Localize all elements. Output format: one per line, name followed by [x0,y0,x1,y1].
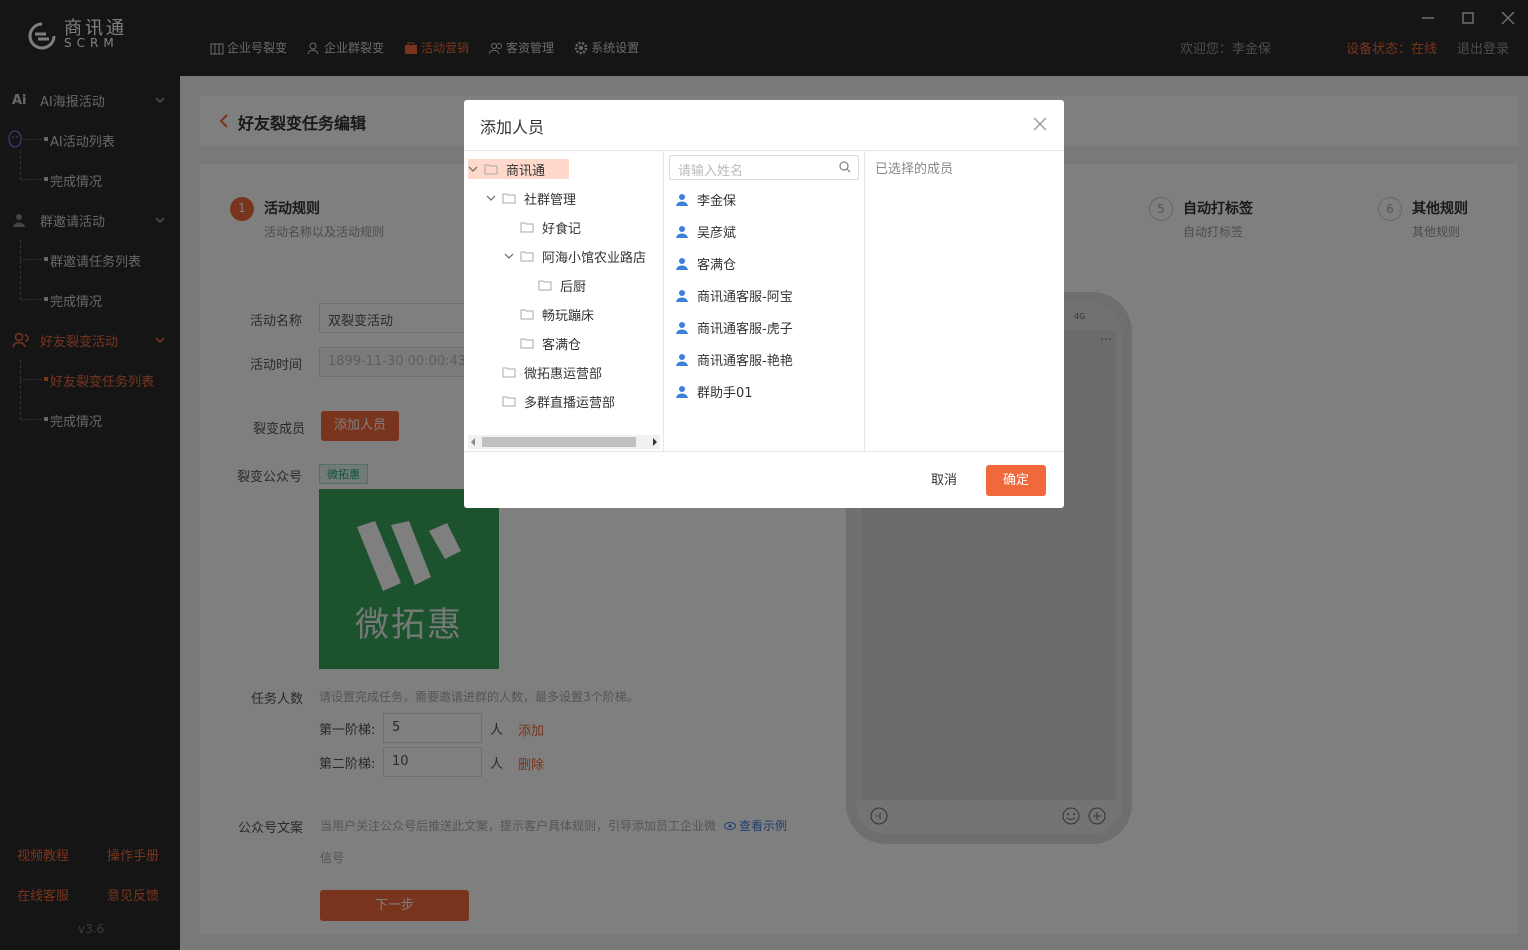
tree-node-label: 阿海小馆农业路店 [542,250,647,266]
tree-node-label: 后厨 [560,279,587,295]
tree-node[interactable]: 客满仓 [520,333,581,353]
scroll-left-icon[interactable] [470,438,476,446]
person-name: 商讯通客服-阿宝 [697,290,793,305]
dialog-title: 添加人员 [480,118,545,137]
folder-icon [502,367,516,378]
tree-node[interactable]: 好食记 [520,217,581,237]
close-icon[interactable] [1032,116,1048,132]
tree-node[interactable]: 社群管理 [486,188,576,208]
divider [464,451,1064,452]
tree-node-root[interactable]: 商讯通 [468,159,570,179]
search-icon[interactable] [839,161,851,173]
caret-down-icon [468,166,478,172]
add-member-dialog: 添加人员 商讯通 社群管理 好食记 阿海小馆农业路店 后厨 畅玩蹦床 客满仓 微… [464,100,1064,508]
person-item[interactable]: 李金保 [676,190,736,209]
user-icon [676,386,688,398]
folder-icon [538,280,552,291]
tree-node-label: 好食记 [542,221,582,237]
person-name: 群助手01 [697,386,753,401]
user-icon [676,226,688,238]
user-icon [676,354,688,366]
tree-horizontal-scrollbar[interactable] [468,435,660,449]
caret-down-icon [486,195,496,201]
divider [663,151,664,451]
person-item[interactable]: 商讯通客服-虎子 [676,318,793,337]
tree-node[interactable]: 后厨 [538,275,586,295]
tree-node-label: 畅玩蹦床 [542,308,595,324]
caret-down-icon [504,253,514,259]
confirm-button[interactable]: 确定 [986,465,1046,496]
tree-node[interactable]: 微拓惠运营部 [502,362,602,382]
person-name: 客满仓 [697,258,737,273]
person-item[interactable]: 商讯通客服-阿宝 [676,286,793,305]
person-item[interactable]: 客满仓 [676,254,736,273]
person-name: 吴彦斌 [697,226,737,241]
divider [864,151,865,451]
user-icon [676,322,688,334]
scroll-right-icon[interactable] [652,438,658,446]
tree-node-label: 客满仓 [542,337,582,353]
user-icon [676,258,688,270]
divider [464,150,1064,151]
selected-members-title: 已选择的成员 [875,162,954,177]
folder-icon [502,396,516,407]
folder-icon [520,222,534,233]
tree-node[interactable]: 畅玩蹦床 [520,304,594,324]
tree-node-label: 商讯通 [506,159,570,179]
folder-icon [484,164,498,175]
tree-node[interactable]: 多群直播运营部 [502,391,615,411]
user-icon [676,194,688,206]
person-item[interactable]: 商讯通客服-艳艳 [676,350,793,369]
tree-node-label: 微拓惠运营部 [524,366,603,382]
person-item[interactable]: 吴彦斌 [676,222,736,241]
folder-icon [520,309,534,320]
person-name: 李金保 [697,194,737,209]
person-name: 商讯通客服-虎子 [697,322,793,337]
tree-node-label: 多群直播运营部 [524,395,616,411]
name-search-input[interactable]: 请输入姓名 [669,155,859,180]
folder-icon [520,338,534,349]
person-name: 商讯通客服-艳艳 [697,354,793,369]
tree-node[interactable]: 阿海小馆农业路店 [504,246,646,266]
person-item[interactable]: 群助手01 [676,382,753,401]
cancel-button[interactable]: 取消 [916,465,972,496]
scrollbar-thumb[interactable] [482,437,636,447]
user-icon [676,290,688,302]
folder-icon [502,193,516,204]
folder-icon [520,251,534,262]
tree-node-label: 社群管理 [524,192,577,208]
